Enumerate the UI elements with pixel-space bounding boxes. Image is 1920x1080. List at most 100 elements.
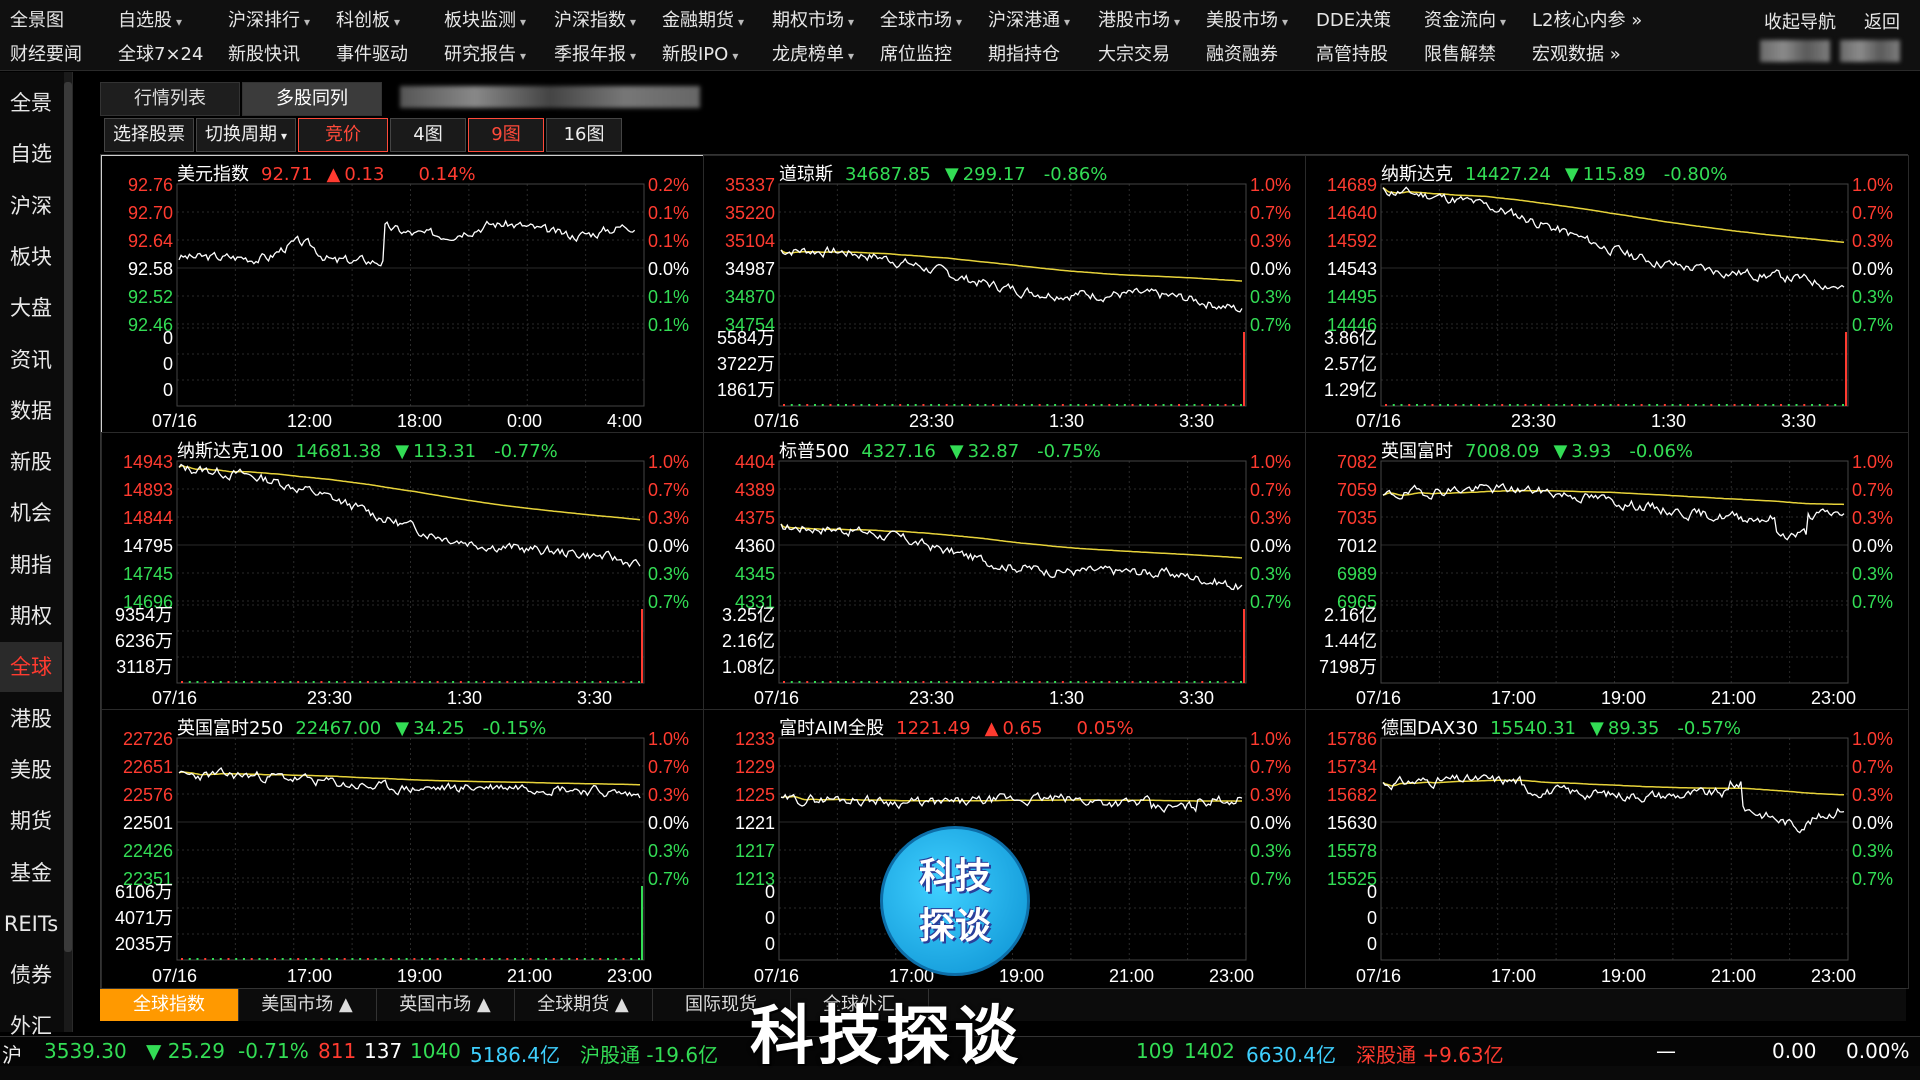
volume-bar bbox=[783, 404, 785, 406]
time-tick-label: 1:30 bbox=[1049, 411, 1084, 431]
sidebar-item-11[interactable]: 全球 bbox=[0, 642, 62, 693]
volume-bar bbox=[1532, 404, 1535, 406]
back-button[interactable]: 返回 bbox=[1864, 8, 1900, 34]
volume-bar bbox=[219, 958, 222, 960]
sidebar-item-7[interactable]: 新股 bbox=[0, 437, 62, 487]
sidebar-item-12[interactable]: 港股 bbox=[0, 694, 62, 744]
menu-sub-item-8[interactable]: 席位监控 bbox=[880, 40, 952, 66]
price-tick-label: 15734 bbox=[1327, 757, 1377, 777]
index-chart-panel[interactable]: 英国富时250 22467.00 ▼ 34.25 -0.15% 22726 22651 225… bbox=[101, 709, 705, 989]
menu-top-item-1[interactable]: 自选股 ▾ bbox=[118, 6, 182, 32]
menu-top-item-2[interactable]: 沪深排行 ▾ bbox=[228, 6, 310, 32]
menu-top-item-14[interactable]: L2核心内参 » bbox=[1532, 6, 1642, 32]
menu-top-item-12[interactable]: DDE决策 bbox=[1316, 6, 1391, 32]
index-chart-panel[interactable]: 美元指数 92.71 ▲ 0.13 0.14% 92.76 92.70 92.64 92.58 9… bbox=[101, 155, 705, 434]
sz-down-count: 109 bbox=[1136, 1039, 1175, 1063]
switch-period-dropdown[interactable]: 切换周期 ▾ bbox=[196, 118, 297, 152]
tab-1[interactable]: 多股同列 bbox=[242, 82, 382, 116]
volume-bar bbox=[1178, 404, 1181, 406]
menu-sub-item-7[interactable]: 龙虎榜单 ▾ bbox=[772, 40, 854, 66]
sidebar-item-2[interactable]: 沪深 bbox=[0, 181, 62, 231]
menu-sub-item-6[interactable]: 新股IPO ▾ bbox=[662, 40, 738, 66]
volume-tick-label: 0 bbox=[765, 934, 775, 954]
view-9-button[interactable]: 9图 bbox=[468, 118, 545, 152]
sidebar-item-5[interactable]: 资讯 bbox=[0, 335, 62, 385]
volume-bar bbox=[1516, 404, 1519, 406]
menu-top-item-5[interactable]: 沪深指数 ▾ bbox=[554, 6, 636, 32]
menu-top-item-13[interactable]: 资金流向 ▾ bbox=[1424, 6, 1506, 32]
bottom-tab-3[interactable]: 全球期货 ▲ bbox=[514, 989, 653, 1021]
collapse-nav-button[interactable]: 收起导航 bbox=[1764, 8, 1836, 34]
volume-bar bbox=[537, 681, 540, 683]
menu-sub-item-9[interactable]: 期指持仓 bbox=[988, 40, 1060, 66]
view-16-button[interactable]: 16图 bbox=[546, 118, 623, 152]
tab-0[interactable]: 行情列表 bbox=[100, 82, 240, 116]
volume-bar bbox=[906, 681, 909, 683]
menu-top-item-0[interactable]: 全景图 bbox=[10, 6, 64, 32]
volume-bar bbox=[614, 681, 617, 683]
sidebar-item-9[interactable]: 期指 bbox=[0, 540, 62, 590]
menu-sub-item-11[interactable]: 融资融券 bbox=[1206, 40, 1278, 66]
index-chart-panel[interactable]: 标普500 4327.16 ▼ 32.87 -0.75% 4404 4389 4375 4360… bbox=[703, 432, 1307, 711]
index-chart-panel[interactable]: 德国DAX30 15540.31 ▼ 89.35 -0.57% 15786 15734 156… bbox=[1305, 709, 1909, 989]
menu-top-item-7[interactable]: 期权市场 ▾ bbox=[772, 6, 854, 32]
sh-index-price[interactable]: 3539.30 bbox=[44, 1039, 127, 1063]
pct-tick-label: 1.0% bbox=[1852, 729, 1893, 749]
sidebar-scrollbar[interactable] bbox=[64, 72, 72, 1032]
sidebar-item-16[interactable]: REITs bbox=[0, 899, 62, 949]
time-tick-label: 23:00 bbox=[607, 966, 652, 986]
volume-bar bbox=[576, 681, 579, 683]
menu-sub-item-2[interactable]: 新股快讯 bbox=[228, 40, 300, 66]
volume-bar bbox=[1178, 681, 1181, 683]
menu-sub-item-12[interactable]: 高管持股 bbox=[1316, 40, 1388, 66]
sidebar-item-3[interactable]: 板块 bbox=[0, 232, 62, 282]
menu-top-item-10[interactable]: 港股市场 ▾ bbox=[1098, 6, 1180, 32]
volume-bar bbox=[953, 681, 956, 683]
sidebar-item-13[interactable]: 美股 bbox=[0, 745, 62, 795]
volume-bar bbox=[1232, 681, 1235, 683]
view-4-button[interactable]: 4图 bbox=[390, 118, 467, 152]
menu-top-item-8[interactable]: 全球市场 ▾ bbox=[880, 6, 962, 32]
menu-sub-item-4[interactable]: 研究报告 ▾ bbox=[444, 40, 526, 66]
sidebar-item-8[interactable]: 机会 bbox=[0, 488, 62, 538]
bottom-tab-0[interactable]: 全球指数 bbox=[100, 989, 239, 1021]
index-chart-panel[interactable]: 纳斯达克100 14681.38 ▼ 113.31 -0.77% 14943 14893 14… bbox=[101, 432, 705, 711]
bid-button[interactable]: 竞价 bbox=[298, 118, 389, 152]
menu-top-item-label: 期权市场 bbox=[772, 10, 844, 31]
sidebar-item-6[interactable]: 数据 bbox=[0, 386, 62, 436]
index-chart-panel[interactable]: 纳斯达克 14427.24 ▼ 115.89 -0.80% 14689 14640 14592… bbox=[1305, 155, 1909, 434]
sidebar-item-15[interactable]: 基金 bbox=[0, 848, 62, 898]
sidebar-item-17[interactable]: 债券 bbox=[0, 950, 62, 1000]
bottom-tab-1[interactable]: 美国市场 ▲ bbox=[238, 989, 377, 1021]
menu-top-item-6[interactable]: 金融期货 ▾ bbox=[662, 6, 744, 32]
sidebar-item-10[interactable]: 期权 bbox=[0, 591, 62, 641]
menu-sub-item-5[interactable]: 季报年报 ▾ bbox=[554, 40, 636, 66]
index-chart-panel[interactable]: 道琼斯 34687.85 ▼ 299.17 -0.86% 35337 35220 35104 3… bbox=[703, 155, 1307, 434]
volume-bar bbox=[821, 404, 824, 406]
menu-sub-item-1[interactable]: 全球7×24 bbox=[118, 40, 203, 66]
menu-top-item-3[interactable]: 科创板 ▾ bbox=[336, 6, 400, 32]
menu-sub-item-3[interactable]: 事件驱动 bbox=[336, 40, 408, 66]
menu-top-item-9[interactable]: 沪深港通 ▾ bbox=[988, 6, 1070, 32]
sidebar-item-14[interactable]: 期货 bbox=[0, 796, 62, 846]
menu-sub-item-0[interactable]: 财经要闻 bbox=[10, 40, 82, 66]
sgt-flow[interactable]: 深股通 +9.63亿 bbox=[1356, 1039, 1504, 1068]
price-line bbox=[178, 219, 636, 267]
menu-sub-item-13[interactable]: 限售解禁 bbox=[1424, 40, 1496, 66]
sidebar-item-0[interactable]: 全景 bbox=[0, 78, 62, 128]
menu-sub-item-10[interactable]: 大宗交易 bbox=[1098, 40, 1170, 66]
volume-bar bbox=[390, 958, 393, 960]
index-chart-panel[interactable]: 英国富时 7008.09 ▼ 3.93 -0.06% 7082 7059 7035 7012 69… bbox=[1305, 432, 1909, 711]
volume-bar bbox=[1232, 404, 1235, 406]
sidebar-item-1[interactable]: 自选 bbox=[0, 129, 62, 179]
select-stock-button[interactable]: 选择股票 bbox=[104, 118, 194, 152]
menu-top-item-4[interactable]: 板块监测 ▾ bbox=[444, 6, 526, 32]
menu-sub-item-14[interactable]: 宏观数据 » bbox=[1532, 40, 1621, 66]
volume-tick-label: 0 bbox=[1367, 934, 1377, 954]
pct-tick-label: 0.7% bbox=[648, 592, 689, 612]
menu-top-item-11[interactable]: 美股市场 ▾ bbox=[1206, 6, 1288, 32]
bottom-tab-2[interactable]: 英国市场 ▲ bbox=[376, 989, 515, 1021]
volume-bar bbox=[297, 958, 300, 960]
sidebar-item-4[interactable]: 大盘 bbox=[0, 283, 62, 333]
hgt-flow[interactable]: 沪股通 -19.6亿 bbox=[580, 1039, 718, 1068]
